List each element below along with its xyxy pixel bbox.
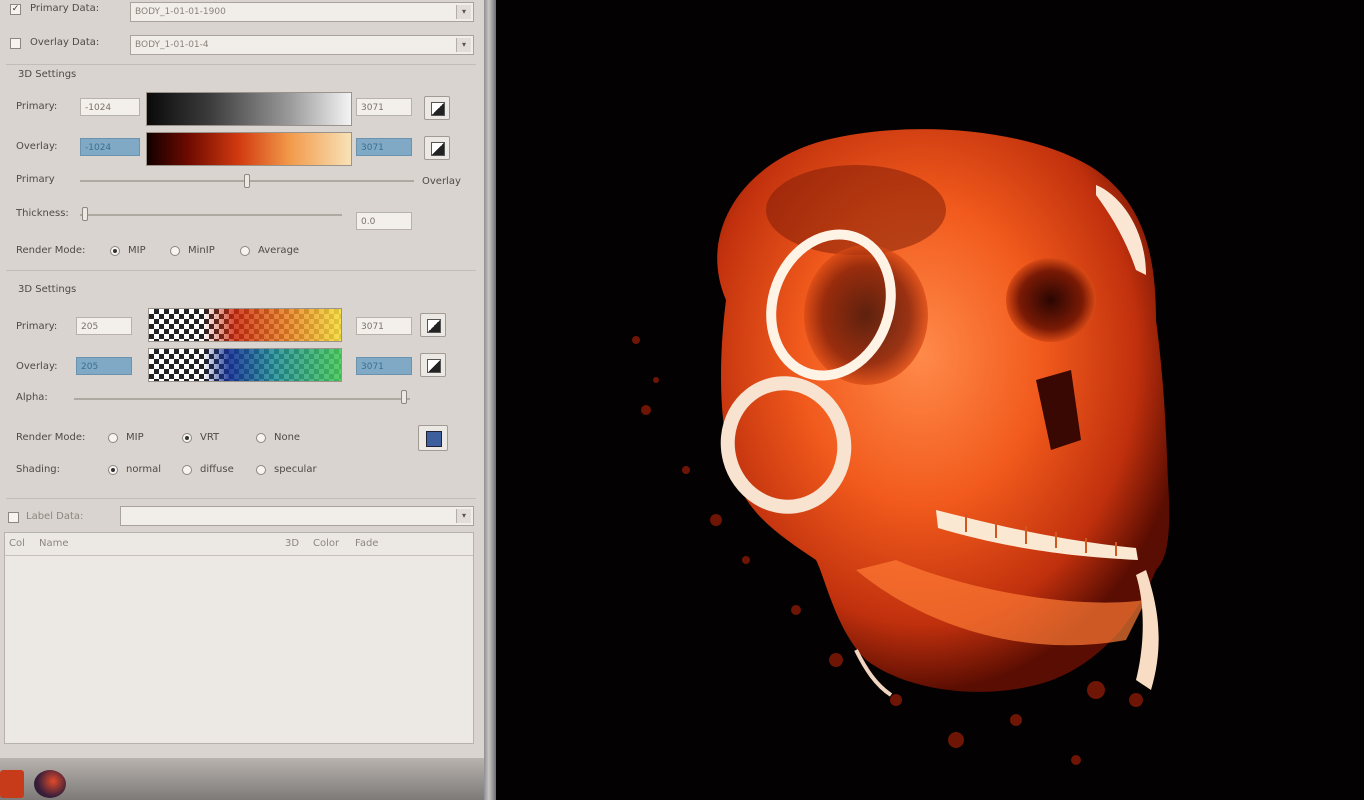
column-header-name[interactable]: Name bbox=[39, 538, 69, 549]
render-mode-option: None bbox=[274, 432, 301, 443]
shading-label: Shading: bbox=[16, 464, 60, 475]
shading-option: diffuse bbox=[200, 464, 234, 475]
blend-left-label: Primary bbox=[16, 174, 55, 185]
overlay-vr-max-input[interactable]: 3071 bbox=[356, 357, 412, 375]
shading-option: specular bbox=[274, 464, 317, 475]
label-data-checkbox[interactable] bbox=[8, 512, 19, 523]
primary-vr-max-input[interactable]: 3071 bbox=[356, 317, 412, 335]
divider bbox=[6, 64, 476, 65]
eye-socket-left bbox=[804, 245, 928, 385]
label-data-label: Label Data: bbox=[26, 511, 84, 522]
chevron-down-icon: ▾ bbox=[456, 38, 471, 52]
render-mode-mip-radio[interactable] bbox=[108, 433, 118, 443]
shading-option: normal bbox=[126, 464, 162, 475]
shading-normal-radio[interactable] bbox=[108, 465, 118, 475]
overlay-colormap-button[interactable] bbox=[424, 136, 450, 160]
colormap-icon bbox=[427, 319, 441, 333]
render-mode-none-radio[interactable] bbox=[256, 433, 266, 443]
overlay-max-input[interactable]: 3071 bbox=[356, 138, 412, 156]
thickness-slider[interactable] bbox=[80, 214, 342, 216]
render-mode-option: MIP bbox=[128, 245, 146, 256]
label-data-select[interactable]: ▾ bbox=[120, 506, 474, 526]
overlay-data-label: Overlay Data: bbox=[30, 37, 100, 48]
primary-max-input[interactable]: 3071 bbox=[356, 98, 412, 116]
primary-grayscale-window[interactable] bbox=[146, 92, 352, 126]
overlay-data-select[interactable]: BODY_1-01-01-4 ▾ bbox=[130, 35, 474, 55]
section-title-2: 3D Settings bbox=[18, 284, 77, 295]
overlay-vr-gradient bbox=[149, 349, 341, 381]
colormap-icon bbox=[431, 102, 445, 116]
skull-volume-render bbox=[632, 129, 1170, 765]
blend-slider-handle[interactable] bbox=[244, 174, 250, 188]
app-icon[interactable] bbox=[0, 770, 24, 798]
overlay-vr-colormap-button[interactable] bbox=[420, 353, 446, 377]
divider bbox=[6, 270, 476, 271]
primary-data-checkbox[interactable]: ✓ bbox=[10, 4, 21, 15]
render-settings-icon bbox=[426, 431, 442, 447]
overlay-label: Overlay: bbox=[16, 141, 58, 152]
3d-render-viewport[interactable] bbox=[496, 0, 1364, 800]
column-header-fade[interactable]: Fade bbox=[355, 538, 378, 549]
render-mode-option: MinIP bbox=[188, 245, 215, 256]
thickness-label: Thickness: bbox=[16, 208, 69, 219]
render-mode-vrt-radio[interactable] bbox=[182, 433, 192, 443]
render-mode-average-radio[interactable] bbox=[240, 246, 250, 256]
shading-specular-radio[interactable] bbox=[256, 465, 266, 475]
render-mode-option: MIP bbox=[126, 432, 144, 443]
column-header-3d[interactable]: 3D bbox=[285, 538, 299, 549]
primary-vr-transfer-function[interactable] bbox=[148, 308, 342, 342]
eye-socket-right bbox=[1006, 258, 1096, 342]
taskbar bbox=[0, 758, 484, 800]
shading-diffuse-radio[interactable] bbox=[182, 465, 192, 475]
overlay-data-value: BODY_1-01-01-4 bbox=[135, 40, 209, 50]
render-mode-minip-radio[interactable] bbox=[170, 246, 180, 256]
colormap-icon bbox=[427, 359, 441, 373]
column-header-col[interactable]: Col bbox=[9, 538, 25, 549]
column-header-color[interactable]: Color bbox=[313, 538, 339, 549]
browser-icon[interactable] bbox=[34, 770, 66, 798]
overlay-label: Overlay: bbox=[16, 361, 58, 372]
primary-data-value: BODY_1-01-01-1900 bbox=[135, 7, 226, 17]
overlay-vr-min-input[interactable]: 205 bbox=[76, 357, 132, 375]
primary-label: Primary: bbox=[16, 101, 58, 112]
bone-fragment-chin bbox=[1136, 570, 1159, 690]
alpha-slider[interactable] bbox=[74, 398, 410, 400]
overlay-data-checkbox[interactable] bbox=[10, 38, 21, 49]
colormap-icon bbox=[431, 142, 445, 156]
render-mode-mip-radio[interactable] bbox=[110, 246, 120, 256]
overlay-heat-window[interactable] bbox=[146, 132, 352, 166]
primary-vr-gradient bbox=[149, 309, 341, 341]
alpha-slider-handle[interactable] bbox=[401, 390, 407, 404]
thickness-slider-handle[interactable] bbox=[82, 207, 88, 221]
divider bbox=[6, 498, 476, 499]
primary-data-select[interactable]: BODY_1-01-01-1900 ▾ bbox=[130, 2, 474, 22]
render-mode-option: VRT bbox=[200, 432, 220, 443]
render-mode-option: Average bbox=[258, 245, 300, 256]
overlay-vr-transfer-function[interactable] bbox=[148, 348, 342, 382]
overlay-min-input[interactable]: -1024 bbox=[80, 138, 140, 156]
label-table[interactable]: Col Name 3D Color Fade bbox=[4, 532, 474, 744]
primary-data-label: Primary Data: bbox=[30, 3, 100, 14]
primary-label: Primary: bbox=[16, 321, 58, 332]
thickness-input[interactable]: 0.0 bbox=[356, 212, 412, 230]
settings-panel: ✓ Primary Data: BODY_1-01-01-1900 ▾ Over… bbox=[0, 0, 484, 760]
primary-vr-colormap-button[interactable] bbox=[420, 313, 446, 337]
primary-min-input[interactable]: -1024 bbox=[80, 98, 140, 116]
window-border bbox=[484, 0, 496, 800]
primary-colormap-button[interactable] bbox=[424, 96, 450, 120]
blend-right-label: Overlay bbox=[422, 176, 461, 187]
table-header: Col Name 3D Color Fade bbox=[5, 533, 473, 556]
chevron-down-icon: ▾ bbox=[456, 509, 471, 523]
render-mode-label: Render Mode: bbox=[16, 432, 86, 443]
chevron-down-icon: ▾ bbox=[456, 5, 471, 19]
render-settings-button[interactable] bbox=[418, 425, 448, 451]
primary-vr-min-input[interactable]: 205 bbox=[76, 317, 132, 335]
alpha-label: Alpha: bbox=[16, 392, 48, 403]
section-title-1: 3D Settings bbox=[18, 69, 77, 80]
render-mode-label: Render Mode: bbox=[16, 245, 86, 256]
